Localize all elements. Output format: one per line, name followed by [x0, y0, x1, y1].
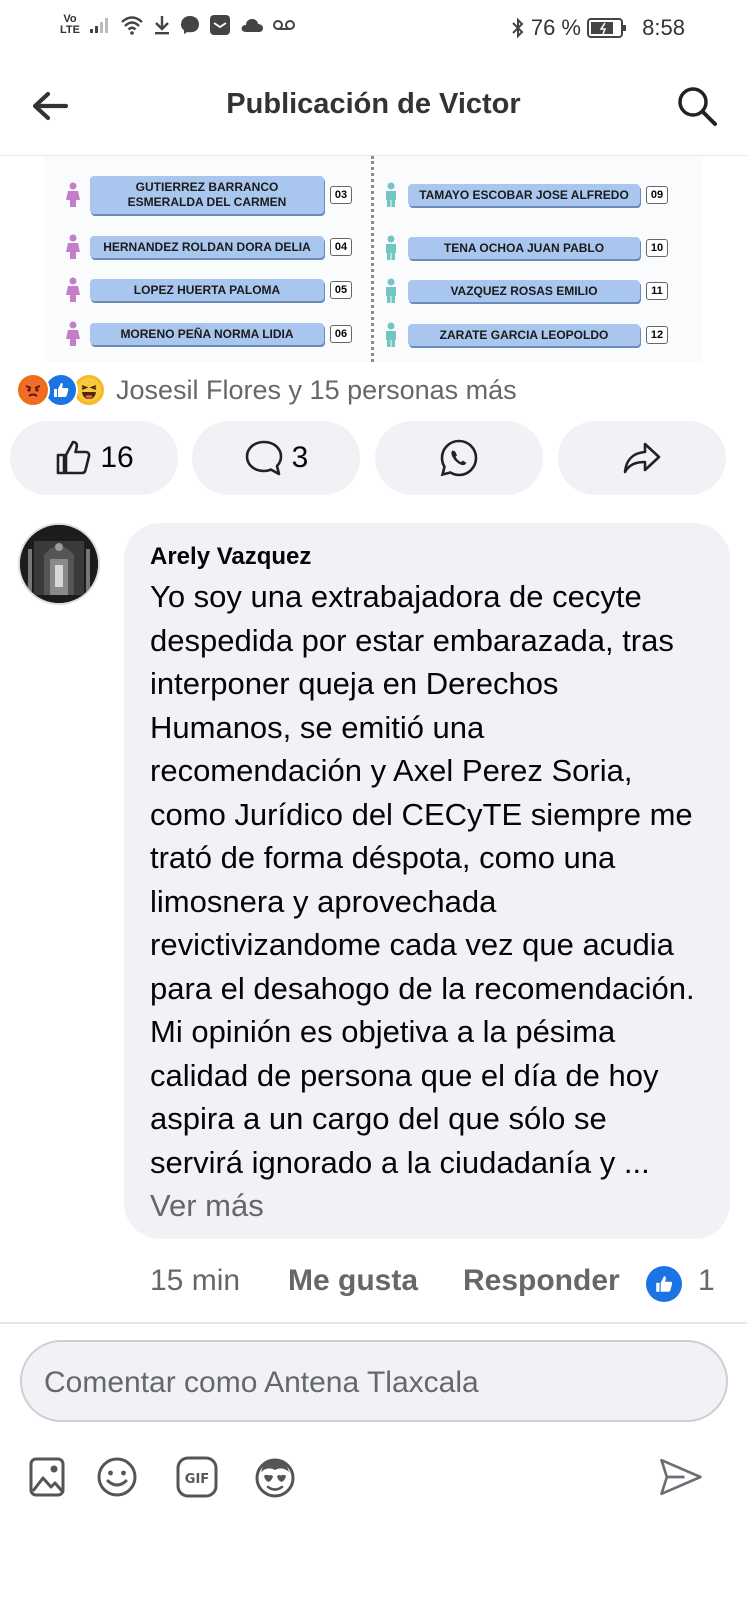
image-list-item: HERNANDEZ ROLDAN DORA DELIA 04	[66, 234, 352, 260]
image-list-name: MORENO PEÑA NORMA LIDIA	[90, 323, 324, 345]
image-list-name: TENA OCHOA JUAN PABLO	[408, 237, 640, 259]
post-actions: 16 3	[10, 421, 740, 495]
battery-icon	[587, 18, 626, 38]
image-list-name: LOPEZ HUERTA PALOMA	[90, 279, 324, 301]
download-icon	[154, 16, 169, 35]
share-button[interactable]	[558, 421, 726, 495]
male-person-icon	[386, 182, 396, 207]
like-button[interactable]: 16	[10, 421, 178, 495]
smiley-icon	[97, 1457, 137, 1497]
status-bar: Vo LTE 76 % 8:58	[0, 0, 747, 58]
photo-icon	[29, 1457, 65, 1497]
female-person-icon	[66, 182, 80, 207]
divider	[0, 1322, 747, 1324]
top-app-bar: Publicación de Victor	[0, 58, 747, 156]
angry-icon	[16, 373, 50, 407]
send-arrow-icon	[660, 1458, 702, 1496]
search-button[interactable]	[675, 84, 719, 128]
photo-button[interactable]	[24, 1452, 70, 1502]
male-person-icon	[386, 278, 396, 303]
voicemail-icon	[272, 20, 295, 30]
see-more-link[interactable]: Ver más	[150, 1188, 264, 1223]
female-person-icon	[66, 321, 80, 346]
post-image[interactable]: GUTIERREZ BARRANCO ESMERALDA DEL CARMEN …	[44, 156, 702, 362]
image-list-item: ZARATE GARCIA LEOPOLDO 12	[384, 322, 668, 348]
send-button[interactable]	[658, 1452, 704, 1502]
avatar-sticker-icon	[255, 1458, 295, 1498]
image-list-name: GUTIERREZ BARRANCO ESMERALDA DEL CARMEN	[90, 176, 324, 214]
thumbs-up-icon	[57, 440, 91, 475]
comment-reaction-count[interactable]: 1	[698, 1264, 715, 1298]
whatsapp-icon	[440, 439, 478, 477]
male-person-icon	[386, 322, 396, 347]
image-list-item: LOPEZ HUERTA PALOMA 05	[66, 277, 352, 303]
like-icon	[646, 1266, 682, 1302]
image-list-number: 11	[646, 282, 668, 300]
comment-author[interactable]: Arely Vazquez	[150, 543, 704, 571]
carrier-label: Vo LTE	[60, 13, 80, 36]
share-arrow-icon	[623, 442, 661, 474]
reactions-summary-text: Josesil Flores y 15 personas más	[116, 374, 517, 405]
comment-input[interactable]: Comentar como Antena Tlaxcala	[20, 1340, 728, 1422]
image-list-number: 04	[330, 238, 352, 256]
wifi-icon	[121, 16, 143, 35]
svg-text:GIF: GIF	[185, 1472, 209, 1487]
image-list-name: HERNANDEZ ROLDAN DORA DELIA	[90, 236, 324, 258]
gif-button[interactable]: GIF	[174, 1452, 220, 1502]
image-list-item: TAMAYO ESCOBAR JOSE ALFREDO 09	[384, 182, 668, 208]
male-person-icon	[386, 235, 396, 260]
avatar-sticker-button[interactable]	[252, 1452, 298, 1502]
composer-toolbar: GIF	[0, 1452, 747, 1508]
image-list-item: VAZQUEZ ROSAS EMILIO 11	[384, 278, 668, 304]
messenger-icon	[180, 16, 199, 34]
gif-icon: GIF	[176, 1456, 218, 1498]
bluetooth-icon	[512, 17, 524, 39]
image-list-number: 12	[646, 326, 668, 344]
battery-percent: 76 %	[530, 15, 581, 40]
comment-text: Yo soy una extrabajadora de cecyte despe…	[150, 579, 695, 1223]
image-list-number: 05	[330, 281, 352, 299]
image-list-item: MORENO PEÑA NORMA LIDIA 06	[66, 321, 352, 347]
female-person-icon	[66, 234, 80, 259]
page-title: Publicación de Victor	[226, 88, 521, 120]
comment-input-placeholder: Comentar como Antena Tlaxcala	[44, 1366, 479, 1399]
search-icon	[678, 87, 717, 126]
comment-reply-button[interactable]: Responder	[463, 1264, 620, 1298]
cloud-icon	[241, 19, 263, 32]
comment-bubble[interactable]: Arely Vazquez Yo soy una extrabajadora d…	[124, 523, 730, 1239]
image-list-number: 06	[330, 325, 352, 343]
comment-timestamp[interactable]: 15 min	[150, 1264, 240, 1298]
image-list-number: 10	[646, 239, 668, 257]
comment-count: 3	[291, 441, 309, 474]
female-person-icon	[66, 277, 80, 302]
commenter-avatar[interactable]	[18, 523, 100, 605]
image-list-item: TENA OCHOA JUAN PABLO 10	[384, 235, 668, 261]
signal-icon	[89, 18, 108, 33]
comment-button[interactable]: 3	[192, 421, 360, 495]
image-list-item: GUTIERREZ BARRANCO ESMERALDA DEL CARMEN …	[66, 176, 352, 214]
image-list-name: TAMAYO ESCOBAR JOSE ALFREDO	[408, 184, 640, 206]
image-list-name: ZARATE GARCIA LEOPOLDO	[408, 324, 640, 346]
app-notification-icon	[209, 15, 230, 35]
emoji-button[interactable]	[94, 1452, 140, 1502]
comment-like-button[interactable]: Me gusta	[288, 1264, 418, 1298]
whatsapp-share-button[interactable]	[375, 421, 543, 495]
like-count: 16	[100, 441, 134, 474]
image-list-number: 03	[330, 186, 352, 204]
status-icons-left: Vo LTE	[60, 14, 295, 36]
clock: 8:58	[642, 15, 685, 40]
reactions-summary[interactable]: Josesil Flores y 15 personas más	[16, 372, 517, 408]
image-list-name: VAZQUEZ ROSAS EMILIO	[408, 280, 640, 302]
image-divider	[371, 156, 374, 362]
status-icons-right: 76 %	[511, 15, 627, 41]
comment-meta: 15 min Me gusta Responder 1	[150, 1260, 740, 1304]
comment-bubble-icon	[245, 440, 282, 476]
image-list-number: 09	[646, 186, 668, 204]
